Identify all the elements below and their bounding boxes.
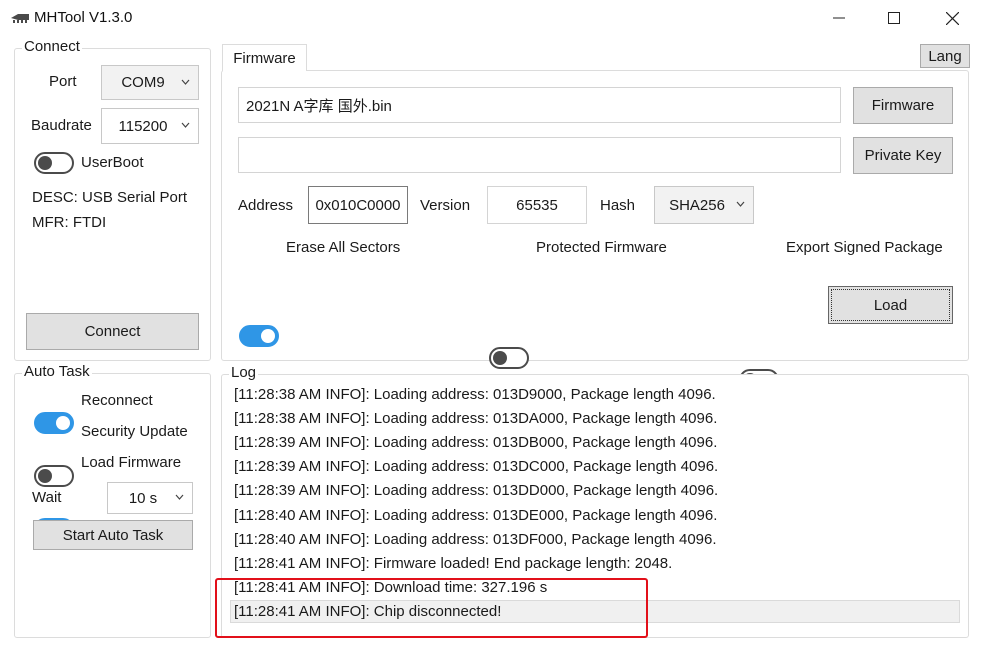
- log-line[interactable]: [11:28:39 AM INFO]: Loading address: 013…: [234, 480, 718, 502]
- private-key-field[interactable]: [238, 137, 841, 173]
- port-value: COM9: [121, 74, 165, 91]
- hash-label: Hash: [600, 197, 636, 214]
- security-update-label: Security Update: [81, 423, 188, 440]
- annotation-highlight-box: [215, 578, 648, 638]
- firmware-path-field[interactable]: 2021N A字库 国外.bin: [238, 87, 841, 123]
- log-line[interactable]: [11:28:38 AM INFO]: Loading address: 013…: [234, 408, 717, 430]
- version-field[interactable]: 65535: [487, 186, 587, 224]
- reconnect-toggle[interactable]: [34, 412, 74, 434]
- log-line[interactable]: [11:28:39 AM INFO]: Loading address: 013…: [234, 432, 717, 454]
- log-line[interactable]: [11:28:40 AM INFO]: Loading address: 013…: [234, 529, 717, 551]
- wait-select[interactable]: 10 s: [107, 482, 193, 514]
- wait-value: 10 s: [128, 489, 158, 507]
- chevron-down-icon: [175, 494, 184, 500]
- baudrate-select[interactable]: 115200: [101, 108, 199, 144]
- maximize-button[interactable]: [866, 0, 922, 36]
- userboot-toggle[interactable]: [34, 152, 74, 174]
- address-field[interactable]: 0x010C0000: [308, 186, 408, 224]
- log-line[interactable]: [11:28:41 AM INFO]: Firmware loaded! End…: [234, 553, 672, 575]
- userboot-label: UserBoot: [81, 154, 144, 171]
- chevron-down-icon: [181, 79, 190, 85]
- erase-all-sectors-toggle[interactable]: [239, 325, 279, 347]
- load-button[interactable]: Load: [828, 286, 953, 324]
- export-signed-package-label: Export Signed Package: [786, 239, 943, 256]
- connect-button[interactable]: Connect: [26, 313, 199, 350]
- chevron-down-icon: [736, 201, 745, 207]
- log-line[interactable]: [11:28:40 AM INFO]: Loading address: 013…: [234, 505, 717, 527]
- version-label: Version: [420, 197, 471, 214]
- address-label: Address: [238, 197, 294, 214]
- maximize-icon: [888, 12, 900, 24]
- lang-button[interactable]: Lang: [920, 44, 970, 68]
- minimize-icon: [833, 17, 845, 19]
- private-key-button[interactable]: Private Key: [853, 137, 953, 174]
- baudrate-label: Baudrate: [31, 117, 92, 134]
- device-mfr: MFR: FTDI: [32, 214, 107, 231]
- app-icon: [11, 14, 29, 23]
- wait-label: Wait: [32, 489, 62, 506]
- tab-firmware[interactable]: Firmware: [222, 44, 307, 71]
- auto-task-group-title: Auto Task: [22, 363, 92, 380]
- hash-value: SHA256: [669, 196, 725, 214]
- minimize-button[interactable]: [811, 0, 867, 36]
- port-select[interactable]: COM9: [101, 65, 199, 100]
- close-icon: [945, 11, 959, 25]
- reconnect-label: Reconnect: [81, 392, 153, 409]
- title-bar: MHTool V1.3.0: [0, 0, 983, 36]
- security-update-toggle[interactable]: [34, 465, 74, 487]
- close-button[interactable]: [924, 0, 980, 36]
- log-line[interactable]: [11:28:38 AM INFO]: Loading address: 013…: [234, 384, 716, 406]
- log-group-title: Log: [229, 364, 259, 381]
- erase-all-sectors-label: Erase All Sectors: [286, 239, 401, 256]
- connect-group-title: Connect: [22, 38, 82, 55]
- protected-firmware-label: Protected Firmware: [536, 239, 667, 256]
- load-firmware-label: Load Firmware: [81, 454, 182, 471]
- tab-joint: [223, 70, 306, 72]
- device-desc: DESC: USB Serial Port: [32, 189, 188, 206]
- port-label: Port: [49, 73, 77, 90]
- chevron-down-icon: [181, 122, 190, 128]
- protected-firmware-toggle[interactable]: [489, 347, 529, 369]
- baudrate-value: 115200: [118, 117, 168, 135]
- window-title: MHTool V1.3.0: [34, 9, 133, 26]
- log-line[interactable]: [11:28:39 AM INFO]: Loading address: 013…: [234, 456, 718, 478]
- hash-select[interactable]: SHA256: [654, 186, 754, 224]
- start-auto-task-button[interactable]: Start Auto Task: [33, 520, 193, 550]
- firmware-button[interactable]: Firmware: [853, 87, 953, 124]
